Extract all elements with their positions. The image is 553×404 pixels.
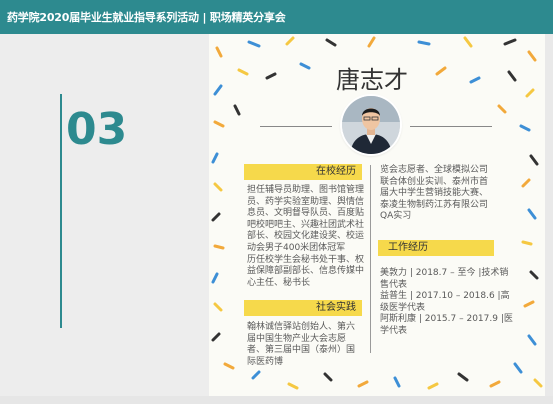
text-line: 历任校学生会秘书处干事、权 bbox=[247, 254, 365, 265]
name-rule-left bbox=[260, 126, 332, 127]
text-line: 届大中学生营销技能大赛、 bbox=[380, 188, 489, 199]
header-bar: 药学院2020届毕业生就业指导系列活动 | 职场精英分享会 bbox=[0, 0, 553, 34]
text-line: 售代表 bbox=[380, 279, 408, 290]
name-rule-right bbox=[410, 126, 492, 127]
text-line: 益普生 | 2017.10 – 2018.6 |高 bbox=[380, 291, 510, 302]
section-tag-social: 社会实践 bbox=[244, 300, 362, 316]
avatar bbox=[342, 96, 400, 154]
text-line: 者、第三届中国（泰州）国 bbox=[247, 345, 356, 356]
slide-edge-right bbox=[545, 34, 553, 404]
text-line: 吧校吧吧主、兴趣社团武术社 bbox=[247, 219, 365, 230]
column-divider bbox=[370, 165, 371, 353]
text-line: 泰凌生物制药江苏有限公司 bbox=[380, 199, 489, 210]
text-line: 员、药学实验室助理、舆情信 bbox=[247, 196, 365, 207]
section-tag-work: 工作经历 bbox=[378, 240, 494, 256]
text-line: 动会男子400米团体冠军 bbox=[247, 242, 346, 253]
social-practice-text: 翰林诚信驿站创始人、第六 届中国生物产业大会志愿 者、第三届中国（泰州）国 际医… bbox=[247, 322, 355, 368]
left-accent-line bbox=[60, 94, 62, 328]
campus-experience-text: 担任辅导员助理、图书馆管理 员、药学实验室助理、舆情信 息员、文明督导队员、百度… bbox=[247, 185, 364, 289]
section-tag-campus: 在校经历 bbox=[244, 164, 362, 180]
text-line: 心主任、秘书长 bbox=[247, 277, 311, 288]
person-name: 唐志才 bbox=[336, 66, 408, 94]
text-line: 息员、文明督导队员、百度贴 bbox=[247, 208, 365, 219]
text-line: 部长、校园文化建设奖、校运 bbox=[247, 231, 365, 242]
left-panel bbox=[0, 34, 209, 396]
text-line: 级医学代表 bbox=[380, 302, 426, 313]
text-line: 翰林诚信驿站创始人、第六 bbox=[247, 322, 356, 332]
text-line: 担任辅导员助理、图书馆管理 bbox=[247, 185, 365, 195]
text-line: 际医药博 bbox=[247, 356, 284, 367]
text-line: 阿斯利康 | 2015.7 – 2017.9 |医 bbox=[380, 314, 513, 325]
text-line: 益保障部副部长、信息传媒中 bbox=[247, 266, 365, 277]
text-line: 学代表 bbox=[380, 325, 408, 336]
text-line: 届中国生物产业大会志愿 bbox=[247, 333, 347, 344]
social-practice-continued-text: 览会志愿者、全球模拟公司 联合体创业实训、泰州市首 届大中学生营销技能大赛、 泰… bbox=[380, 165, 488, 223]
text-line: 联合体创业实训、泰州市首 bbox=[380, 176, 489, 187]
header-title: 药学院2020届毕业生就业指导系列活动 | 职场精英分享会 bbox=[7, 11, 286, 24]
slide-edge-bottom bbox=[0, 396, 553, 404]
text-line: QA实习 bbox=[380, 211, 412, 222]
text-line: 览会志愿者、全球模拟公司 bbox=[380, 165, 489, 175]
work-experience-text: 美敦力 | 2018.7 – 至今 |技术销 售代表 益普生 | 2017.10… bbox=[380, 268, 513, 338]
slide-number: 03 bbox=[66, 104, 128, 155]
text-line: 美敦力 | 2018.7 – 至今 |技术销 bbox=[380, 268, 509, 278]
